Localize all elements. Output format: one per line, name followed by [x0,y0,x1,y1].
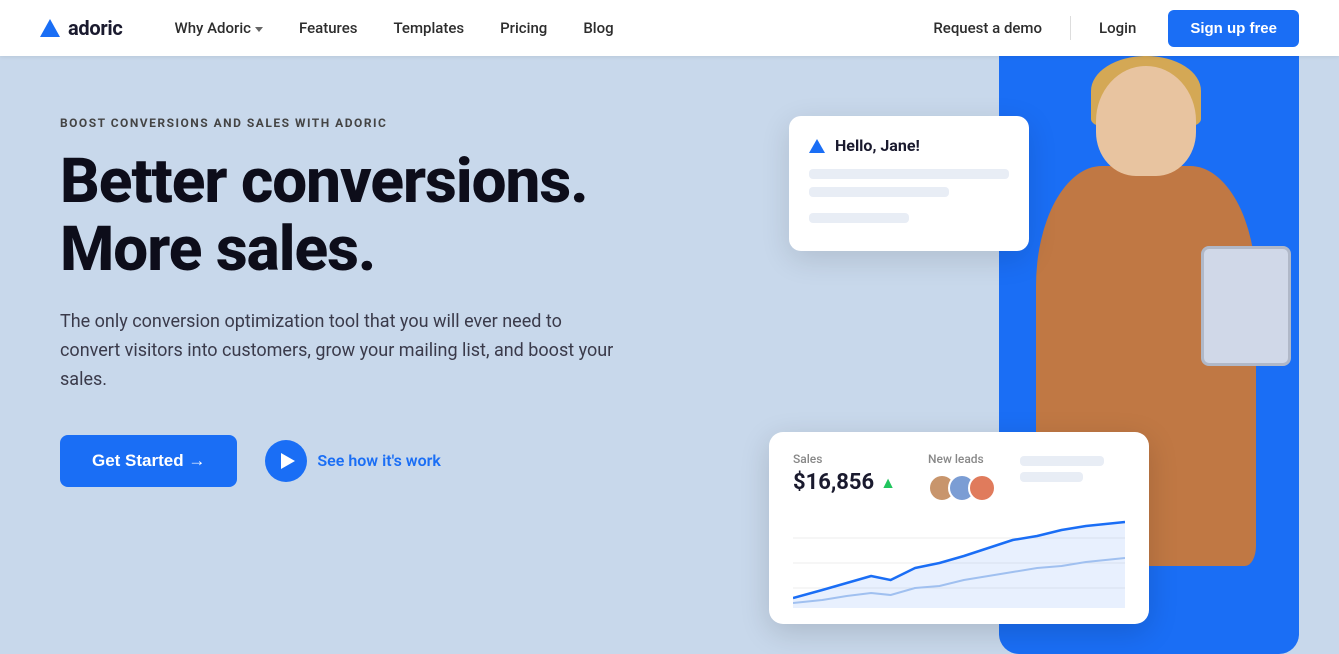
nav-right: Request a demo Login Sign up free [917,10,1299,47]
sales-chart [793,518,1125,608]
login-link[interactable]: Login [1083,11,1152,45]
signup-button[interactable]: Sign up free [1168,10,1299,47]
logo-icon [40,19,60,37]
hero-eyebrow: BOOST CONVERSIONS AND SALES WITH ADORIC [60,116,700,130]
chevron-down-icon [255,27,263,32]
sales-metric: Sales $16,856 ▲ [793,452,896,495]
hero-title: Better conversions. More sales. [60,148,700,284]
sales-value: $16,856 ▲ [793,470,896,495]
card-placeholder-line-3 [809,213,909,223]
dashboard-card: Sales $16,856 ▲ New leads [769,432,1149,624]
hero-title-line1: Better conversions. [60,145,588,218]
nav-features[interactable]: Features [283,11,373,45]
avatar-3 [968,474,996,502]
avatar-group [928,474,988,502]
logo[interactable]: adoric [40,16,123,40]
placeholder-line [1020,456,1104,466]
play-triangle-icon [281,453,295,469]
nav-templates[interactable]: Templates [377,11,480,45]
person-head [1096,66,1196,176]
nav-links: Why Adoric Features Templates Pricing Bl… [159,11,918,45]
brand-name: adoric [68,16,123,40]
hero-left: BOOST CONVERSIONS AND SALES WITH ADORIC … [60,116,700,487]
see-how-link[interactable]: See how it's work [265,440,441,482]
up-arrow-icon: ▲ [880,473,896,493]
nav-why-adoric[interactable]: Why Adoric [159,11,279,45]
sales-label: Sales [793,452,896,466]
leads-label: New leads [928,452,988,466]
nav-pricing[interactable]: Pricing [484,11,563,45]
dashboard-placeholder [1020,456,1125,482]
play-button-icon [265,440,307,482]
hello-card-header: Hello, Jane! [809,136,1009,155]
hero-cta-row: Get Started → See how it's work [60,435,700,487]
card-placeholder-line-2 [809,187,949,197]
placeholder-line [1020,472,1083,482]
card-placeholder-line-1 [809,169,1009,179]
dashboard-metrics-row: Sales $16,856 ▲ New leads [793,452,1125,502]
get-started-button[interactable]: Get Started → [60,435,237,487]
hello-card: Hello, Jane! [789,116,1029,251]
hero-subtitle: The only conversion optimization tool th… [60,308,620,394]
chart-area [793,518,1125,608]
nav-divider [1070,16,1071,40]
nav-blog[interactable]: Blog [567,11,629,45]
navigation: adoric Why Adoric Features Templates Pri… [0,0,1339,56]
hero-right: Hello, Jane! Sales $16,856 ▲ New leads [689,56,1339,654]
person-tablet [1201,246,1291,366]
leads-metric: New leads [928,452,988,502]
request-demo-link[interactable]: Request a demo [917,11,1058,45]
adoric-logo-small-icon [809,139,825,153]
see-how-label: See how it's work [317,451,441,470]
hello-card-greeting: Hello, Jane! [835,136,920,155]
hero-title-line2: More sales. [60,213,375,286]
hero-section: BOOST CONVERSIONS AND SALES WITH ADORIC … [0,56,1339,654]
